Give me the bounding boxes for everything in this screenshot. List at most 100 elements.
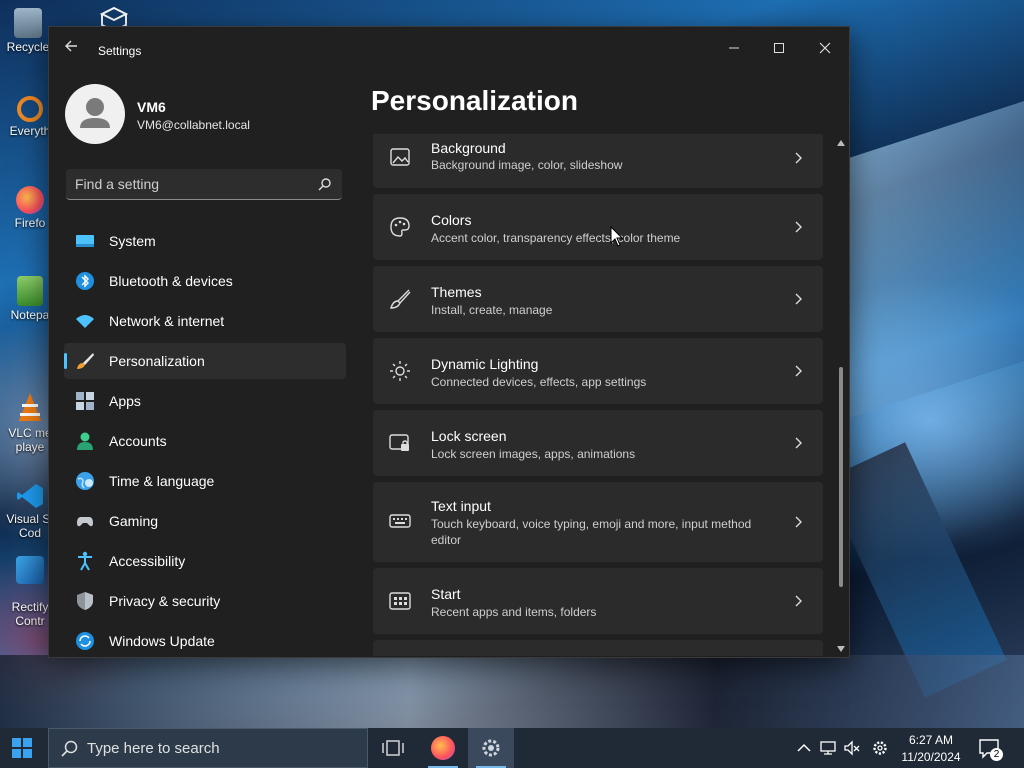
desktop-icon-label: Everyth [9,124,51,138]
taskbar: 6:27 AM 11/20/2024 2 [0,728,1024,768]
card-subtitle: Accent color, transparency effects, colo… [431,231,681,245]
user-name: VM6 [137,99,166,115]
chevron-right-icon [795,221,802,233]
sidebar-item-accessibility[interactable]: Accessibility [64,543,346,579]
setting-card-colors[interactable]: Colors Accent color, transparency effect… [373,194,823,260]
notification-badge: 2 [990,748,1003,761]
search-icon[interactable] [318,177,332,191]
recycle-bin-icon [14,8,42,38]
sidebar-nav: System Bluetooth & devices Network & int… [64,223,346,663]
settings-list: Background Background image, color, slid… [373,134,823,656]
card-title: Text input [431,498,491,514]
search-input[interactable] [75,176,305,192]
card-subtitle: Background image, color, slideshow [431,158,623,172]
taskbar-settings[interactable] [468,728,514,768]
taskbar-search [48,728,368,768]
firefox-icon [431,736,455,760]
maximize-button[interactable] [756,33,802,63]
desktop-icon-label: VLC me playe [8,426,52,454]
setting-card-lock-screen[interactable]: Lock screen Lock screen images, apps, an… [373,410,823,476]
update-icon [76,632,94,650]
page-title: Personalization [371,85,578,116]
back-button[interactable] [61,39,81,59]
desktop-icon-label: Visual St Cod [6,512,53,540]
card-subtitle: Lock screen images, apps, animations [431,447,636,461]
settings-window: Settings VM6 VM6@collabnet.local System … [48,26,850,658]
card-subtitle: Connected devices, effects, app settings [431,375,647,389]
minimize-icon [729,47,739,49]
desktop-icon-label: Firefo [14,216,46,230]
minimize-button[interactable] [711,33,757,63]
back-arrow-icon [65,40,77,52]
card-title: Dynamic Lighting [431,356,539,372]
network-icon[interactable] [820,740,836,756]
card-title: Themes [431,284,482,300]
chevron-right-icon [795,152,802,164]
system-icon [76,235,94,247]
scroll-down-icon[interactable] [837,645,845,653]
setting-card-themes[interactable]: Themes Install, create, manage [373,266,823,332]
sidebar-item-label: Time & language [109,473,215,489]
sidebar-item-apps[interactable]: Apps [64,383,346,419]
window-title: Settings [98,44,142,58]
desktop-icon-label: Notepa [10,308,50,322]
scroll-up-icon[interactable] [837,139,845,147]
desktop-icon-label: Recycle [6,40,50,54]
brush-icon [77,353,94,369]
sidebar-item-gaming[interactable]: Gaming [64,503,346,539]
image-icon [390,148,410,166]
scrollbar[interactable] [836,139,846,655]
setting-card-dynamic-lighting[interactable]: Dynamic Lighting Connected devices, effe… [373,338,823,404]
notepad-icon [17,276,43,306]
setting-card-text-input[interactable]: Text input Touch keyboard, voice typing,… [373,482,823,562]
settings-gear-icon[interactable] [872,740,888,756]
task-view-icon [382,740,404,756]
wifi-icon [76,315,94,328]
system-clock[interactable]: 6:27 AM 11/20/2024 [896,732,966,766]
sidebar-item-bluetooth[interactable]: Bluetooth & devices [64,263,346,299]
setting-card-partial[interactable] [373,640,823,656]
sidebar-item-label: Apps [109,393,141,409]
lock-screen-icon [389,434,409,451]
start-button[interactable] [12,738,32,758]
desktop-icon-label: Rectify Contr [11,600,49,628]
chevron-right-icon [795,595,802,607]
chevron-right-icon [795,437,802,449]
sidebar-item-windows-update[interactable]: Windows Update [64,623,346,659]
sidebar-item-system[interactable]: System [64,223,346,259]
card-title: Background [431,140,506,156]
chevron-up-icon[interactable] [796,740,812,756]
card-title: Start [431,586,461,602]
card-subtitle: Recent apps and items, folders [431,605,597,619]
control-panel-icon [16,556,44,584]
find-setting-search [66,169,342,200]
sidebar-item-label: Gaming [109,513,159,529]
sidebar-item-network[interactable]: Network & internet [64,303,346,339]
volume-muted-icon[interactable] [844,740,860,756]
apps-icon [76,392,94,410]
setting-card-start[interactable]: Start Recent apps and items, folders [373,568,823,634]
sidebar-item-time-language[interactable]: Time & language [64,463,346,499]
sidebar-item-privacy[interactable]: Privacy & security [64,583,346,619]
search-icon [61,740,78,757]
setting-card-background[interactable]: Background Background image, color, slid… [373,134,823,188]
sidebar-item-label: Privacy & security [109,593,221,609]
palette-icon [390,217,410,237]
clock-date: 11/20/2024 [901,750,961,764]
sidebar-item-personalization[interactable]: Personalization [64,343,346,379]
scrollbar-thumb[interactable] [839,367,843,587]
user-icon [80,98,110,128]
taskbar-firefox[interactable] [420,728,466,768]
task-view-button[interactable] [370,728,416,768]
sidebar-item-label: Accessibility [109,553,186,569]
sidebar-item-label: System [109,233,156,249]
clock-time: 6:27 AM [908,733,954,747]
sidebar-item-label: Windows Update [109,633,215,649]
close-button[interactable] [802,33,848,63]
avatar[interactable] [65,84,125,144]
maximize-icon [774,43,784,53]
bluetooth-icon [76,272,94,290]
taskbar-search-input[interactable] [87,740,347,757]
title-bar[interactable]: Settings [49,27,849,67]
sidebar-item-accounts[interactable]: Accounts [64,423,346,459]
